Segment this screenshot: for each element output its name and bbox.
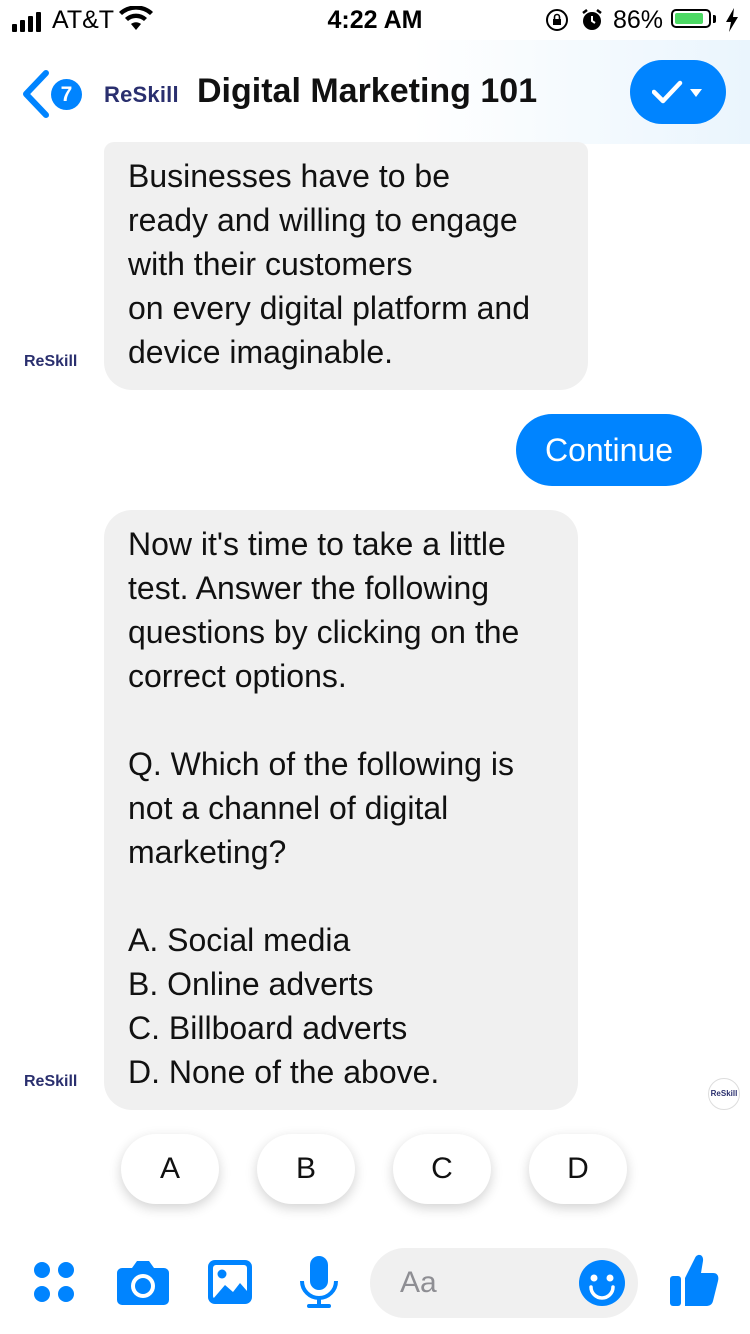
reskill-logo: ReSkill bbox=[104, 82, 179, 107]
status-bar: AT&T 4:22 AM 86% bbox=[0, 0, 750, 40]
rotation-lock-icon bbox=[545, 8, 569, 39]
camera-icon[interactable] bbox=[116, 1258, 170, 1311]
battery-percent: 86% bbox=[613, 6, 664, 34]
chevron-down-icon bbox=[690, 89, 702, 97]
sender-avatar: ReSkill bbox=[24, 1073, 78, 1090]
message-bubble-outgoing: Continue bbox=[516, 414, 702, 486]
quick-reply-c[interactable]: C bbox=[393, 1134, 491, 1204]
quick-reply-d[interactable]: D bbox=[529, 1134, 627, 1204]
image-icon[interactable] bbox=[206, 1258, 254, 1311]
thumbs-up-icon[interactable] bbox=[668, 1252, 720, 1313]
checkmark-icon bbox=[652, 80, 702, 104]
alarm-icon bbox=[580, 8, 604, 39]
back-chevron-icon[interactable] bbox=[20, 70, 50, 123]
read-receipt-avatar: ReSkill bbox=[708, 1078, 740, 1110]
quick-reply-b[interactable]: B bbox=[257, 1134, 355, 1204]
sender-avatar: ReSkill bbox=[24, 353, 78, 370]
chat-header: 7 ReSkill Digital Marketing 101 bbox=[0, 40, 750, 144]
message-bubble-incoming: Now it's time to take a little test. Ans… bbox=[104, 510, 578, 1110]
unread-count-badge[interactable]: 7 bbox=[51, 79, 82, 110]
chat-title[interactable]: Digital Marketing 101 bbox=[197, 72, 537, 111]
quick-reply-a[interactable]: A bbox=[121, 1134, 219, 1204]
battery-icon bbox=[671, 9, 711, 28]
emoji-icon[interactable] bbox=[578, 1259, 626, 1312]
menu-dots-icon[interactable] bbox=[32, 1260, 76, 1309]
charging-bolt-icon bbox=[725, 8, 739, 39]
check-dropdown-button[interactable] bbox=[630, 60, 726, 124]
message-bubble-incoming: Businesses have to be ready and willing … bbox=[104, 142, 588, 390]
microphone-icon[interactable] bbox=[298, 1255, 340, 1314]
